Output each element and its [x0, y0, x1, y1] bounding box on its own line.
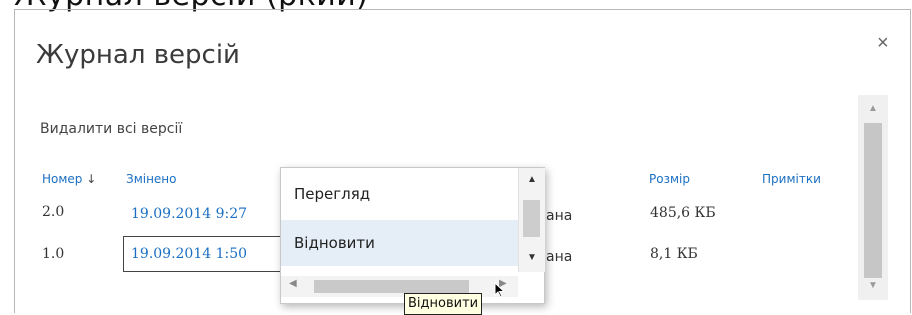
version-modified-link[interactable]: 19.09.2014 9:27 — [131, 206, 247, 222]
menu-item-view[interactable]: Перегляд — [281, 171, 518, 217]
menu-horizontal-scrollbar[interactable]: ◀ ▶ — [281, 276, 518, 297]
header-number[interactable]: Номер ↓ — [42, 172, 96, 186]
menu-vertical-scrollbar[interactable]: ▲ ▼ — [518, 168, 545, 272]
header-modified[interactable]: Змінено — [126, 172, 177, 186]
version-size: 8,1 КБ — [650, 246, 698, 262]
partial-author-text: ана — [546, 249, 573, 265]
version-modified-link[interactable]: 19.09.2014 1:50 — [131, 246, 247, 262]
scroll-down-arrow-icon[interactable]: ▼ — [519, 252, 545, 263]
close-icon[interactable]: × — [877, 32, 889, 55]
scrollbar-thumb[interactable] — [864, 123, 882, 278]
menu-item-restore[interactable]: Відновити — [281, 220, 518, 266]
scroll-left-arrow-icon[interactable]: ◀ — [289, 278, 297, 289]
version-size: 485,6 КБ — [650, 205, 716, 221]
scrollbar-thumb[interactable] — [523, 200, 540, 237]
delete-all-versions-link[interactable]: Видалити всі версії — [40, 121, 182, 137]
header-size[interactable]: Розмір — [649, 172, 690, 186]
mouse-pointer-icon — [494, 282, 506, 298]
scroll-up-arrow-icon[interactable]: ▲ — [858, 103, 888, 114]
restore-tooltip: Відновити — [404, 293, 483, 315]
header-number-label: Номер — [42, 172, 83, 186]
sort-down-arrow-icon: ↓ — [86, 172, 97, 186]
partial-author-text: ана — [546, 208, 573, 224]
header-comments[interactable]: Примітки — [762, 172, 821, 186]
dialog-title: Журнал версій — [36, 40, 240, 70]
dialog-vertical-scrollbar[interactable]: ▲ ▼ — [858, 95, 888, 300]
scroll-down-arrow-icon[interactable]: ▼ — [858, 280, 888, 291]
version-number: 2.0 — [42, 204, 65, 220]
scroll-up-arrow-icon[interactable]: ▲ — [519, 174, 545, 185]
scrollbar-thumb[interactable] — [314, 280, 469, 293]
version-number: 1.0 — [42, 246, 65, 262]
